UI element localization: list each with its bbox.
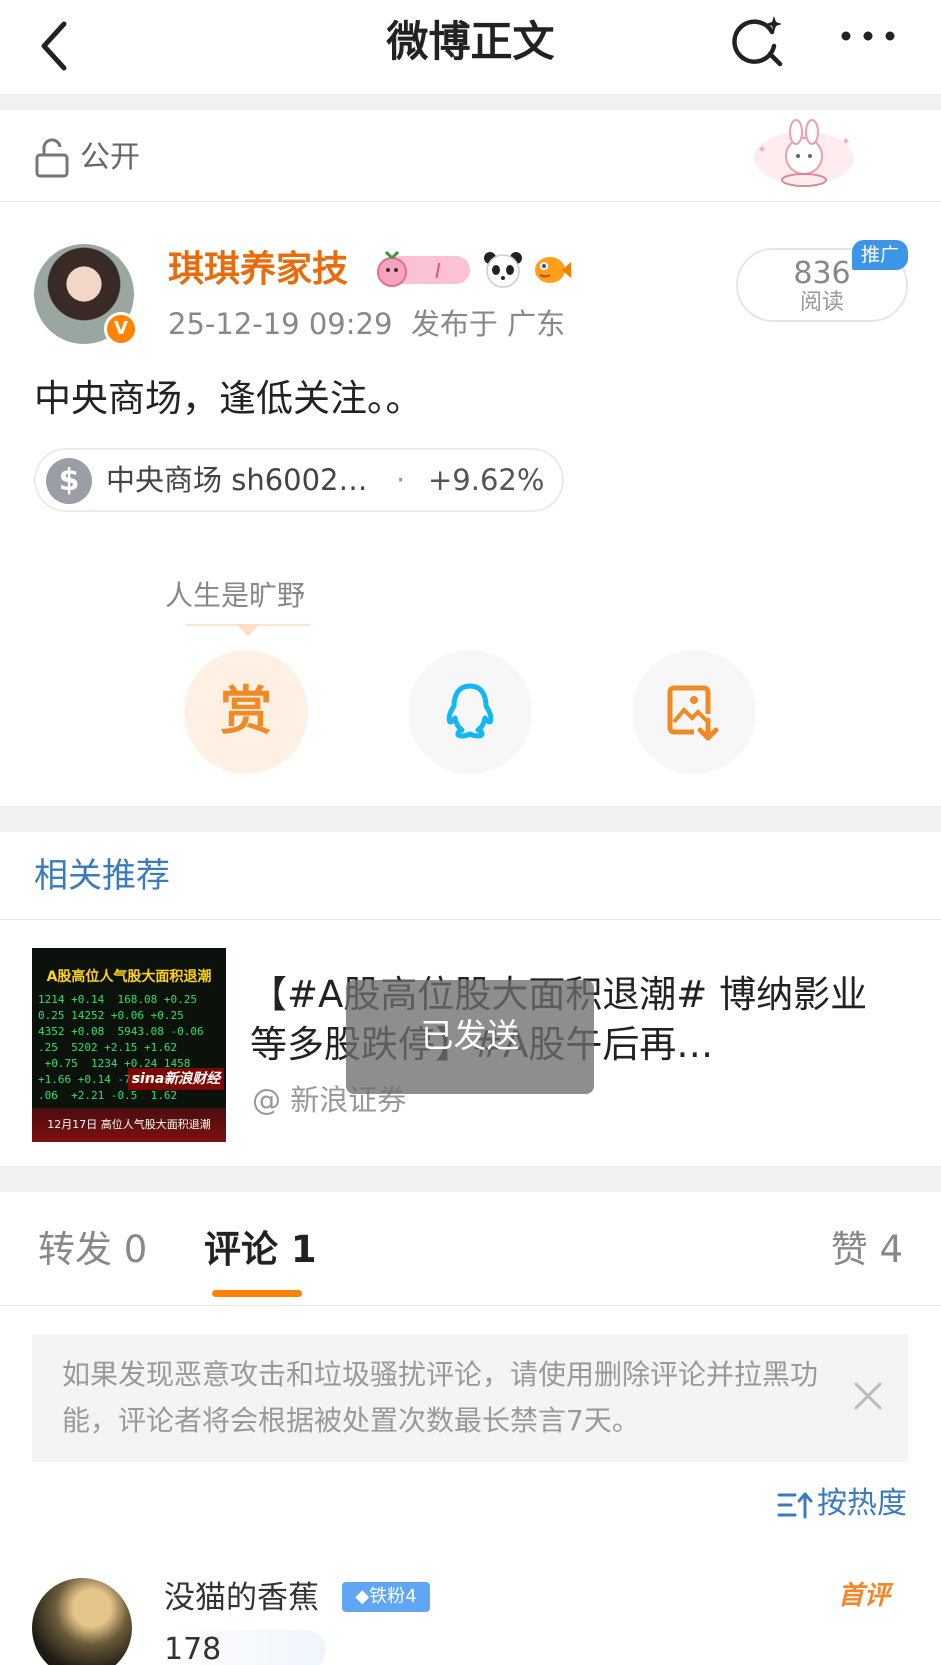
toast: 已发送	[346, 980, 594, 1094]
reward-label: 赏	[219, 682, 272, 742]
member-badge-icon[interactable]: I	[372, 250, 474, 288]
post-location: 发布于 广东	[410, 307, 566, 341]
tab-like[interactable]: 赞 4	[831, 1226, 903, 1274]
first-comment-tag: 首评	[838, 1581, 891, 1611]
dollar-icon: $	[46, 458, 92, 504]
tab-comment[interactable]: 评论 1	[204, 1226, 317, 1274]
fish-badge-icon[interactable]	[530, 248, 572, 290]
thumb-footer: 12月17日 高位人气股大面积退潮	[32, 1108, 226, 1142]
reward-button[interactable]: 赏	[184, 650, 308, 774]
notice-text: 如果发现恶意攻击和垃圾骚扰评论，请使用删除评论并拉黑功能，评论者将会根据被处置次…	[62, 1358, 819, 1437]
related-thumbnail[interactable]: A股高位人气股大面积退潮 1214 +0.14 168.08 +0.25 0.2…	[32, 948, 226, 1142]
related-header: 相关推荐	[0, 832, 941, 920]
fan-badge-label: 铁粉4	[369, 1586, 417, 1607]
divider	[0, 94, 941, 110]
commenter-avatar[interactable]	[32, 1578, 132, 1665]
comment-notice: 如果发现恶意攻击和垃圾骚扰评论，请使用删除评论并拉黑功能，评论者将会根据被处置次…	[32, 1334, 908, 1462]
stock-separator: ·	[396, 463, 406, 497]
stock-chip[interactable]: $ 中央商场 sh6002… · +9.62%	[34, 448, 564, 512]
decoration-bunny-icon	[742, 116, 872, 196]
tab-active-indicator	[212, 1290, 302, 1297]
save-image-icon	[667, 685, 719, 741]
lock-icon	[34, 138, 70, 178]
sort-icon	[777, 1489, 813, 1521]
fan-badge[interactable]: ◆铁粉4	[342, 1582, 430, 1612]
visibility-bar[interactable]: 公开	[0, 110, 941, 202]
toast-text: 已发送	[420, 1016, 520, 1055]
related-title: 相关推荐	[34, 856, 170, 896]
post-text: 中央商场，逢低关注。。	[34, 377, 423, 420]
sort-label: 按热度	[817, 1486, 907, 1521]
divider	[0, 1166, 941, 1192]
tip-arrow	[236, 624, 260, 636]
thumb-brand: sina新浪财经	[128, 1068, 224, 1090]
share-qq-button[interactable]	[408, 650, 532, 774]
stock-change: +9.62%	[428, 463, 545, 497]
svg-text:I: I	[435, 259, 441, 283]
close-icon[interactable]	[850, 1378, 886, 1414]
diamond-icon: ◆	[355, 1586, 370, 1607]
panda-badge-icon[interactable]	[482, 248, 524, 290]
reward-tip: 人生是旷野	[164, 579, 305, 612]
tab-repost[interactable]: 转发 0	[38, 1226, 147, 1274]
qq-icon	[446, 683, 494, 739]
post-meta: 25-12-19 09:29 发布于 广东	[168, 304, 565, 344]
promo-tag[interactable]: 推广	[852, 240, 908, 270]
page-title: 微博正文	[386, 17, 555, 66]
engagement-tabs: 转发 0 评论 1 赞 4	[0, 1192, 941, 1306]
search-icon[interactable]	[728, 12, 788, 72]
stock-name: 中央商场 sh6002…	[106, 463, 368, 497]
author-name[interactable]: 琪琪养家技	[168, 246, 348, 294]
commenter-name[interactable]: 没猫的香蕉	[164, 1578, 319, 1618]
sort-button[interactable]: 按热度	[777, 1484, 907, 1524]
read-label: 阅读	[799, 290, 844, 315]
post-time: 25-12-19 09:29	[168, 307, 393, 341]
top-nav-bar: 微博正文	[0, 0, 941, 94]
thumb-title: A股高位人气股大面积退潮	[46, 969, 212, 985]
verified-badge: V	[104, 312, 138, 346]
visibility-label: 公开	[80, 140, 140, 175]
divider	[0, 806, 941, 832]
more-icon[interactable]	[836, 14, 900, 64]
comment-count-value: 178	[164, 1630, 326, 1665]
save-image-button[interactable]	[632, 650, 756, 774]
